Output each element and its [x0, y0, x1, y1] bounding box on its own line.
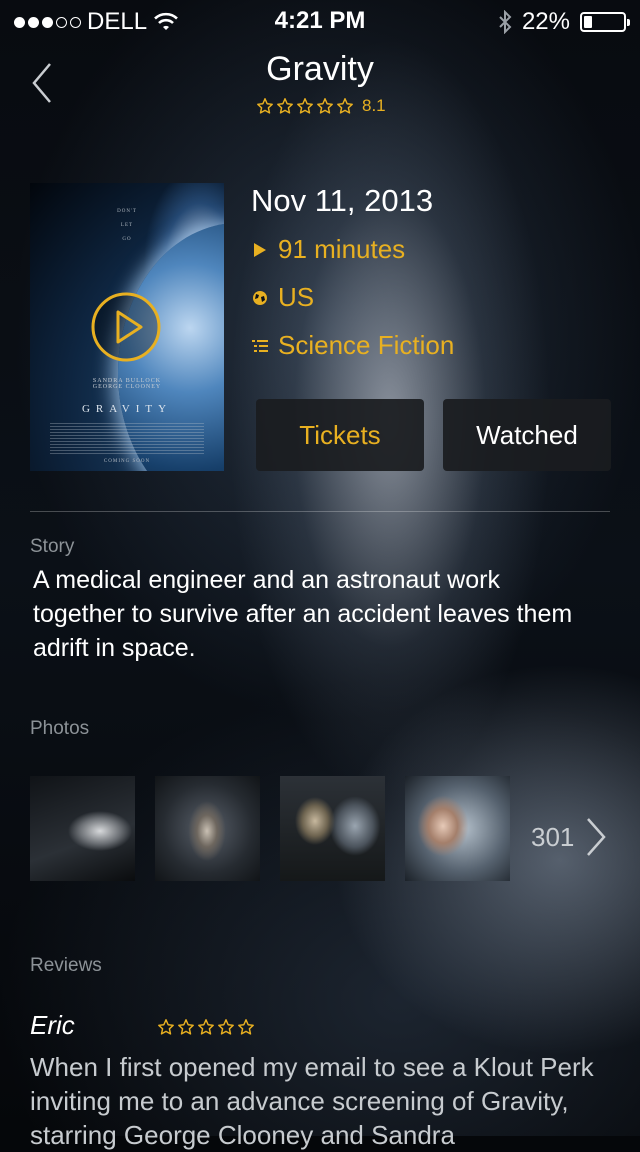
star-icon [316, 97, 334, 115]
photo-thumbnail[interactable] [280, 776, 385, 881]
star-icon [256, 97, 274, 115]
story-heading: Story [30, 536, 75, 557]
tickets-button[interactable]: Tickets [256, 399, 424, 471]
photo-thumbnail[interactable] [155, 776, 260, 881]
play-triangle-icon [254, 242, 266, 257]
list-icon [252, 339, 268, 352]
star-icon [177, 1018, 195, 1036]
reviews-heading: Reviews [30, 955, 102, 976]
story-text: A medical engineer and an astronaut work… [33, 566, 573, 662]
globe-icon [253, 290, 267, 305]
bluetooth-icon [499, 10, 512, 34]
genre: Science Fiction [278, 330, 455, 360]
photo-thumbnail[interactable] [30, 776, 135, 881]
star-icon [217, 1018, 235, 1036]
more-photos-button[interactable]: 301 [531, 816, 608, 858]
rating-stars [256, 97, 354, 115]
chevron-right-icon [587, 818, 607, 856]
poster-tagline: DON'T LET GO [117, 209, 137, 242]
review-text: When I first opened my email to see a Kl… [30, 1052, 594, 1150]
poster-title: GRAVITY [81, 403, 173, 415]
star-icon [157, 1018, 175, 1036]
rating-value: 8.1 [362, 96, 386, 115]
star-icon [336, 97, 354, 115]
photo-strip [30, 776, 510, 881]
review-author: Eric [30, 1010, 75, 1040]
header-rating: 8.1 [256, 96, 386, 116]
genre-row: Science Fiction [252, 330, 454, 361]
battery-percent: 22% [521, 8, 570, 35]
poster-cast: SANDRA BULLOCK GEORGE CLOONEY [92, 378, 162, 390]
watched-button[interactable]: Watched [443, 399, 611, 471]
poster-footer: COMING SOON [103, 459, 151, 464]
battery-icon [580, 12, 630, 32]
star-icon [237, 1018, 255, 1036]
star-icon [296, 97, 314, 115]
play-trailer-icon[interactable] [91, 292, 161, 362]
duration-row: 91 minutes [252, 234, 405, 265]
release-date: Nov 11, 2013 [251, 183, 434, 218]
star-icon [276, 97, 294, 115]
page-title: Gravity [266, 50, 374, 88]
star-icon [197, 1018, 215, 1036]
photo-thumbnail[interactable] [405, 776, 510, 881]
review-stars [157, 1018, 255, 1036]
country-row: US [252, 282, 314, 313]
photos-heading: Photos [30, 718, 90, 739]
battery-fill [584, 16, 592, 28]
poster-credits [50, 423, 204, 455]
photo-count: 301 [531, 821, 575, 852]
status-bar: DELL 4:21 PM 22% [0, 0, 640, 40]
divider [30, 511, 610, 512]
status-right: 22% [498, 8, 630, 36]
country: US [278, 282, 315, 312]
duration: 91 minutes [278, 234, 406, 264]
